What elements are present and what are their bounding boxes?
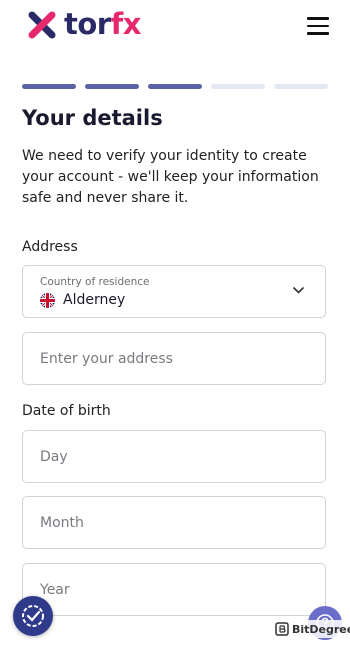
page-title: Your details [22,106,163,130]
month-placeholder: Month [40,514,84,531]
country-value: Alderney [63,292,126,308]
progress-step [22,84,76,89]
intro-text: We need to verify your identity to creat… [22,148,319,206]
cookie-settings-icon [22,605,44,627]
bitdegree-watermark: BitDegree [272,620,350,638]
bitdegree-logo-icon [275,622,289,636]
watermark-text: BitDegree [292,622,350,636]
logo-prefix: tor [64,7,111,41]
torfx-logo[interactable]: torfx [28,10,141,39]
logo-x-icon [28,11,56,38]
country-select[interactable]: Country of residence Alderney [22,265,326,318]
day-input[interactable]: Day [22,430,326,483]
year-placeholder: Year [40,581,70,598]
progress-step [274,84,328,89]
cookie-settings-button[interactable] [13,596,53,636]
progress-step [148,84,202,89]
month-input[interactable]: Month [22,496,326,549]
uk-flag-icon [40,292,55,308]
day-placeholder: Day [40,448,68,465]
hamburger-menu-icon[interactable] [307,17,329,35]
progress-step [211,84,265,89]
progress-bar [22,84,328,89]
year-input[interactable]: Year [22,563,326,616]
address-input[interactable]: Enter your address [22,332,326,385]
progress-step [85,84,139,89]
country-value-wrap: Alderney [40,292,125,308]
country-label: Country of residence [40,276,150,288]
logo-wordmark: torfx [64,10,141,39]
logo-suffix: fx [110,7,142,41]
address-placeholder: Enter your address [40,350,173,367]
dob-label: Date of birth [22,403,111,419]
chevron-down-icon [292,286,305,294]
address-label: Address [22,239,78,255]
header: torfx [0,0,350,56]
